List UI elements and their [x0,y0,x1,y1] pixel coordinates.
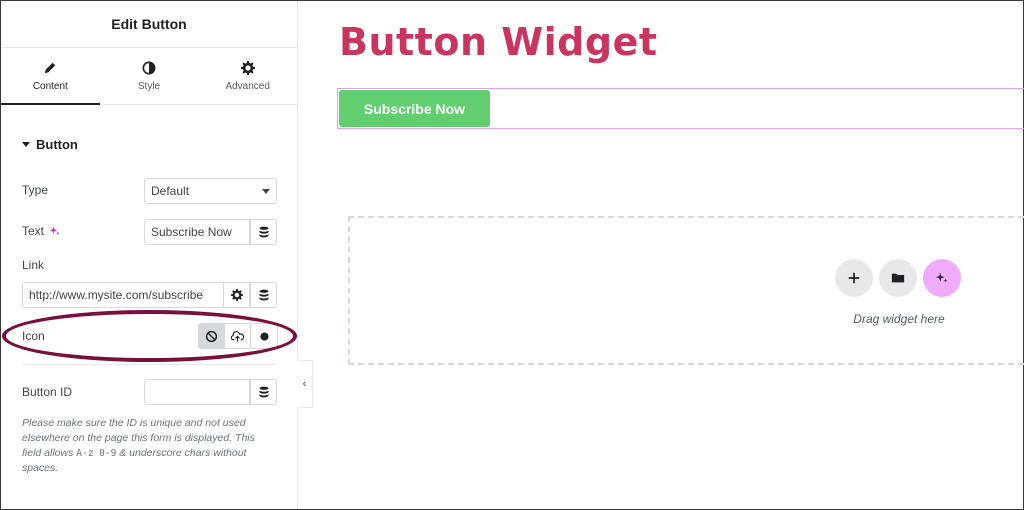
panel-title: Edit Button [1,1,297,48]
type-label-text: Type [22,183,49,197]
folder-icon [891,273,905,283]
icon-choice-group [198,323,278,349]
tab-content[interactable]: Content [1,48,100,105]
dynamic-tags-button[interactable] [250,219,277,245]
dropdown-arrow-icon [262,189,270,194]
type-label: Type [22,183,48,197]
text-label-text: Text [22,224,45,238]
ai-generate-button[interactable] [923,259,961,297]
button-id-help-text: Please make sure the ID is unique and no… [22,416,272,476]
upload-icon [231,330,244,341]
add-template-button[interactable] [879,259,917,297]
icon-none-option[interactable] [199,324,225,348]
link-label-text: Link [22,258,45,272]
link-input[interactable]: http://www.mysite.com/subscribe [22,282,224,308]
pencil-icon [45,62,56,73]
link-label: Link [22,258,44,272]
tab-advanced[interactable]: Advanced [198,48,297,104]
half-circle-icon [142,61,156,74]
link-options-button[interactable] [223,282,250,308]
ai-sparkle-icon [935,272,948,283]
ai-sparkle-icon[interactable] [49,225,61,237]
icon-library-option[interactable] [251,324,277,348]
button-id-label: Button ID [22,385,72,399]
divider [22,364,277,365]
circle-icon [259,331,269,341]
icon-label: Icon [22,329,45,343]
text-input[interactable]: Subscribe Now [144,219,250,245]
dropzone-actions [835,259,961,297]
chevron-left-icon: ‹ [302,378,307,390]
database-icon [259,289,268,301]
ban-icon [205,330,218,342]
gear-icon [230,289,243,301]
caret-down-icon [22,142,30,147]
tab-content-label: Content [32,80,68,92]
plus-icon [848,272,860,284]
type-select[interactable]: Default [144,178,277,204]
gear-icon [240,60,255,75]
link-dynamic-tags-button[interactable] [250,282,277,308]
type-select-value: Default [151,184,190,198]
subscribe-button[interactable]: Subscribe Now [339,90,490,127]
collapse-panel-button[interactable]: ‹ [297,360,313,408]
button-id-input[interactable] [144,379,250,405]
icon-upload-option[interactable] [225,324,251,348]
add-section-button[interactable] [835,259,873,297]
database-icon [259,226,268,238]
page-title: Button Widget [339,20,658,64]
link-input-value: http://www.mysite.com/subscribe [29,288,204,302]
button-id-label-text: Button ID [22,385,73,399]
database-icon [259,386,268,398]
tab-advanced-label: Advanced [225,80,270,92]
section-toggle-button[interactable]: Button [22,137,78,152]
dropzone-hint: Drag widget here [853,312,945,326]
text-label: Text [22,224,61,238]
tab-style-label: Style [137,80,161,92]
help-text-code: A-z 0-9 [76,448,117,459]
icon-label-text: Icon [22,329,45,343]
button-id-dynamic-tags-button[interactable] [250,379,277,405]
panel-tabs: Content Style Advanced [1,48,297,105]
tab-style[interactable]: Style [100,48,199,104]
text-input-value: Subscribe Now [151,225,232,239]
section-title: Button [36,137,78,152]
